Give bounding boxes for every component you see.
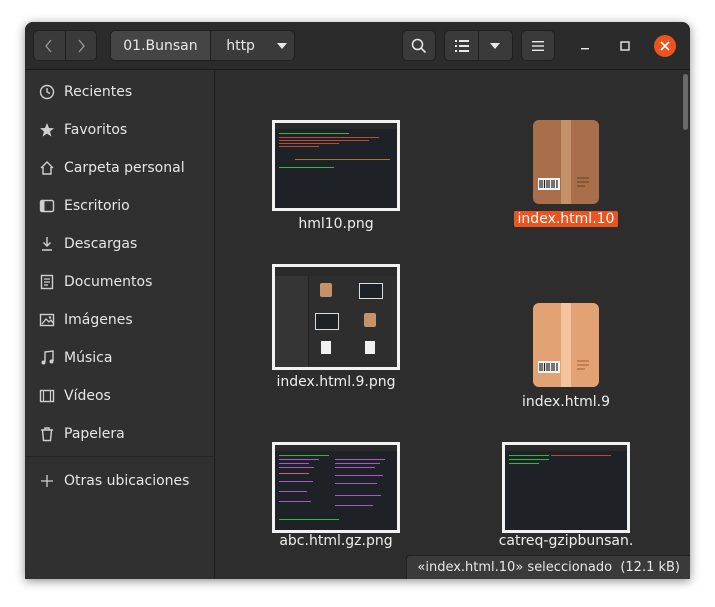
path-bar: 01.Bunsan http — [110, 30, 295, 61]
sidebar-item-papelera[interactable]: Papelera — [25, 416, 214, 452]
package-icon — [533, 303, 599, 387]
image-thumbnail — [272, 264, 400, 370]
hamburger-menu-icon — [532, 40, 544, 51]
view-options — [444, 30, 513, 61]
file-name: hml10.png — [298, 216, 374, 232]
sidebar-item-label: Recientes — [64, 84, 133, 100]
view-menu-button[interactable] — [479, 31, 512, 60]
file-item[interactable]: index.html.9 — [466, 303, 666, 413]
clock-icon — [38, 83, 56, 101]
sidebar-item-label: Documentos — [64, 274, 153, 290]
sidebar-item-otras-ubicaciones[interactable]: Otras ubicaciones — [25, 463, 214, 499]
chevron-right-icon — [78, 39, 85, 52]
file-name: index.html.10 — [466, 211, 666, 227]
sidebar-item-label: Descargas — [64, 236, 138, 252]
main-menu-button[interactable] — [521, 30, 555, 61]
maximize-icon — [620, 41, 630, 51]
package-icon — [533, 120, 599, 204]
sidebar-item-imagenes[interactable]: Imágenes — [25, 302, 214, 338]
path-segment-current[interactable]: http — [211, 31, 270, 60]
desktop-icon — [38, 197, 56, 215]
file-manager-window: 01.Bunsan http Recientes Favoritos Carpe… — [25, 22, 690, 579]
file-name: abc.html.gz.png — [279, 533, 393, 549]
sidebar-item-descargas[interactable]: Descargas — [25, 226, 214, 262]
header-bar: 01.Bunsan http — [25, 22, 690, 70]
file-item[interactable]: index.html.10 — [466, 120, 666, 230]
status-text: «index.html.10» seleccionado (12.1 kB) — [417, 560, 680, 575]
sidebar-item-label: Papelera — [64, 426, 125, 442]
video-icon — [38, 387, 56, 405]
document-icon — [38, 273, 56, 291]
list-view-icon — [454, 39, 469, 52]
scrollbar[interactable] — [683, 74, 688, 130]
path-menu-button[interactable] — [270, 31, 294, 60]
sidebar-item-recientes[interactable]: Recientes — [25, 74, 214, 110]
chevron-down-icon — [277, 42, 288, 49]
image-thumbnail — [272, 442, 400, 533]
close-button[interactable] — [654, 35, 676, 57]
sidebar-item-label: Imágenes — [64, 312, 133, 328]
image-thumbnail — [502, 442, 630, 533]
image-thumbnail — [272, 120, 400, 211]
sidebar-item-favoritos[interactable]: Favoritos — [25, 112, 214, 148]
sidebar-item-label: Carpeta personal — [64, 160, 185, 176]
file-name: index.html.9.png — [276, 374, 396, 390]
sidebar: Recientes Favoritos Carpeta personal Esc… — [25, 70, 215, 579]
sidebar-item-escritorio[interactable]: Escritorio — [25, 188, 214, 224]
sidebar-divider — [25, 456, 214, 457]
music-icon — [38, 349, 56, 367]
maximize-button[interactable] — [614, 35, 636, 57]
file-name: index.html.9 — [522, 394, 610, 410]
sidebar-item-label: Favoritos — [64, 122, 128, 138]
sidebar-item-documentos[interactable]: Documentos — [25, 264, 214, 300]
file-name: catreq-gzipbunsan. — [498, 533, 634, 549]
back-button[interactable] — [34, 31, 65, 60]
close-icon — [660, 41, 670, 51]
minimize-icon — [581, 48, 589, 50]
list-view-button[interactable] — [445, 31, 478, 60]
star-icon — [38, 121, 56, 139]
image-icon — [38, 311, 56, 329]
forward-button[interactable] — [65, 31, 96, 60]
sidebar-item-carpeta-personal[interactable]: Carpeta personal — [25, 150, 214, 186]
status-bar: «index.html.10» seleccionado (12.1 kB) — [406, 555, 690, 579]
sidebar-item-videos[interactable]: Vídeos — [25, 378, 214, 414]
search-icon — [411, 38, 427, 53]
navigation-buttons — [33, 30, 97, 61]
file-item[interactable]: index.html.9.png — [236, 264, 436, 394]
plus-icon — [38, 472, 56, 490]
file-item[interactable]: catreq-gzipbunsan. — [466, 442, 666, 562]
sidebar-item-musica[interactable]: Música — [25, 340, 214, 376]
sidebar-item-label: Música — [64, 350, 113, 366]
sidebar-item-label: Escritorio — [64, 198, 130, 214]
home-icon — [38, 159, 56, 177]
trash-icon — [38, 425, 56, 443]
minimize-button[interactable] — [574, 35, 596, 57]
chevron-down-icon — [490, 42, 501, 49]
path-segment-parent-label: 01.Bunsan — [123, 37, 198, 54]
file-item[interactable]: abc.html.gz.png — [236, 442, 436, 562]
sidebar-item-label: Otras ubicaciones — [64, 473, 190, 489]
path-segment-current-label: http — [226, 37, 255, 54]
chevron-left-icon — [45, 39, 52, 52]
file-grid: hml10.png index.html.10 index.html.9.png… — [215, 70, 690, 579]
file-item[interactable]: hml10.png — [236, 120, 436, 232]
search-button[interactable] — [402, 30, 436, 61]
path-segment-parent[interactable]: 01.Bunsan — [111, 31, 210, 60]
sidebar-item-label: Vídeos — [64, 388, 111, 404]
download-icon — [38, 235, 56, 253]
